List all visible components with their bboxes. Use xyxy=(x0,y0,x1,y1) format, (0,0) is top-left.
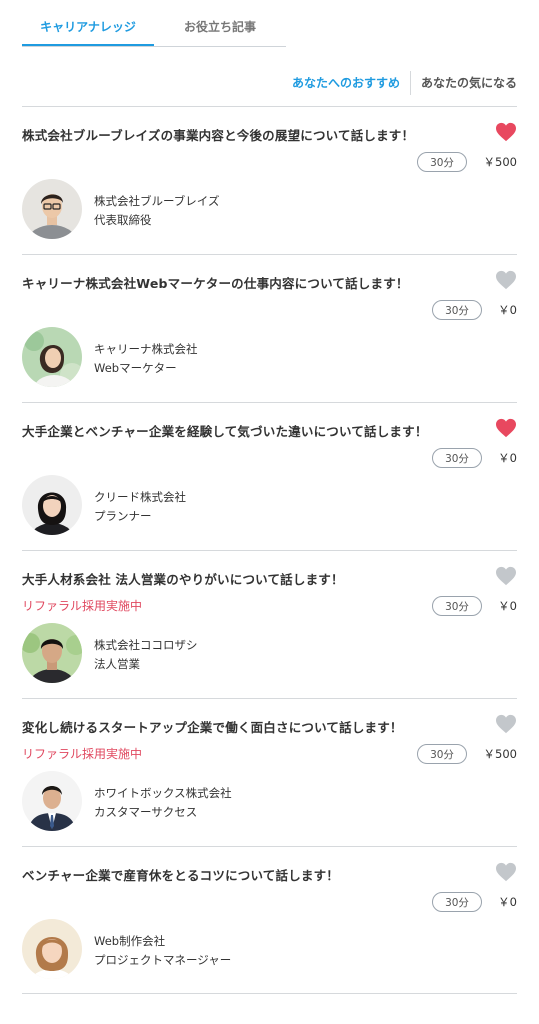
duration-badge: 30分 xyxy=(432,596,482,616)
company-name: Web制作会社 xyxy=(94,934,166,948)
duration-badge: 30分 xyxy=(432,892,482,912)
woman-portrait-icon xyxy=(22,475,82,535)
duration-badge: 30分 xyxy=(417,744,467,764)
heart-icon[interactable] xyxy=(495,714,517,734)
man-glasses-portrait-icon xyxy=(22,179,82,239)
price: ￥0 xyxy=(498,303,517,317)
avatar[interactable] xyxy=(22,475,82,535)
knowledge-list: 株式会社ブルーブレイズの事業内容と今後の展望について話します！ 30分 ￥500… xyxy=(22,106,517,994)
company-name: 株式会社ココロザシ xyxy=(94,638,198,652)
card-title[interactable]: 株式会社ブルーブレイズの事業内容と今後の展望について話します！ xyxy=(22,125,462,144)
price: ￥0 xyxy=(498,895,517,909)
avatar[interactable] xyxy=(22,623,82,683)
heart-icon[interactable] xyxy=(495,122,517,142)
price: ￥500 xyxy=(483,155,517,169)
avatar[interactable] xyxy=(22,179,82,239)
duration-badge: 30分 xyxy=(432,300,482,320)
heart-icon[interactable] xyxy=(495,566,517,586)
man-suit-portrait-icon xyxy=(22,771,82,831)
card-title[interactable]: 変化し続けるスタートアップ企業で働く面白さについて話します！ xyxy=(22,717,462,736)
tab-career-knowledge[interactable]: キャリアナレッジ xyxy=(22,12,154,46)
card-title[interactable]: ベンチャー企業で産育休をとるコツについて話します！ xyxy=(22,865,462,884)
list-item[interactable]: ベンチャー企業で産育休をとるコツについて話します！ 30分 ￥0 Web制作会社… xyxy=(22,846,517,994)
tab-bar: キャリアナレッジ お役立ち記事 xyxy=(22,12,286,47)
company-name: キャリーナ株式会社 xyxy=(94,342,198,356)
card-title[interactable]: キャリーナ株式会社Webマーケターの仕事内容について話します！ xyxy=(22,273,462,292)
list-item[interactable]: 大手企業とベンチャー企業を経験して気づいた違いについて話します！ 30分 ￥0 … xyxy=(22,402,517,550)
job-title: カスタマーサクセス xyxy=(94,805,198,819)
card-title[interactable]: 大手人材系会社 法人営業のやりがいについて話します！ xyxy=(22,569,462,588)
list-item[interactable]: 大手人材系会社 法人営業のやりがいについて話します！ リファラル採用実施中 30… xyxy=(22,550,517,698)
company-name: 株式会社ブルーブレイズ xyxy=(94,194,220,208)
heart-icon[interactable] xyxy=(495,862,517,882)
price: ￥0 xyxy=(498,451,517,465)
referral-badge: リファラル採用実施中 xyxy=(22,599,143,613)
avatar[interactable] xyxy=(22,919,82,979)
referral-badge: リファラル採用実施中 xyxy=(22,747,143,761)
price: ￥0 xyxy=(498,599,517,613)
price: ￥500 xyxy=(483,747,517,761)
man-outdoor-portrait-icon xyxy=(22,623,82,683)
list-item[interactable]: 株式会社ブルーブレイズの事業内容と今後の展望について話します！ 30分 ￥500… xyxy=(22,106,517,254)
job-title: プロジェクトマネージャー xyxy=(94,953,232,967)
job-title: プランナー xyxy=(94,509,152,523)
job-title: 法人営業 xyxy=(94,657,140,671)
sort-switcher: あなたへのおすすめ あなたの気になる xyxy=(282,70,517,96)
woman-smile-portrait-icon xyxy=(22,919,82,979)
job-title: 代表取締役 xyxy=(94,213,152,227)
woman-outdoor-portrait-icon xyxy=(22,327,82,387)
tab-useful-articles[interactable]: お役立ち記事 xyxy=(154,12,286,46)
tab-interested[interactable]: あなたの気になる xyxy=(411,70,517,96)
avatar[interactable] xyxy=(22,327,82,387)
tab-recommended[interactable]: あなたへのおすすめ xyxy=(282,70,410,96)
duration-badge: 30分 xyxy=(417,152,467,172)
company-name: ホワイトボックス株式会社 xyxy=(94,786,232,800)
job-title: Webマーケター xyxy=(94,361,177,375)
heart-icon[interactable] xyxy=(495,270,517,290)
list-item[interactable]: キャリーナ株式会社Webマーケターの仕事内容について話します！ 30分 ￥0 キ… xyxy=(22,254,517,402)
card-title[interactable]: 大手企業とベンチャー企業を経験して気づいた違いについて話します！ xyxy=(22,421,462,440)
duration-badge: 30分 xyxy=(432,448,482,468)
company-name: クリード株式会社 xyxy=(94,490,186,504)
list-item[interactable]: 変化し続けるスタートアップ企業で働く面白さについて話します！ リファラル採用実施… xyxy=(22,698,517,846)
heart-icon[interactable] xyxy=(495,418,517,438)
avatar[interactable] xyxy=(22,771,82,831)
